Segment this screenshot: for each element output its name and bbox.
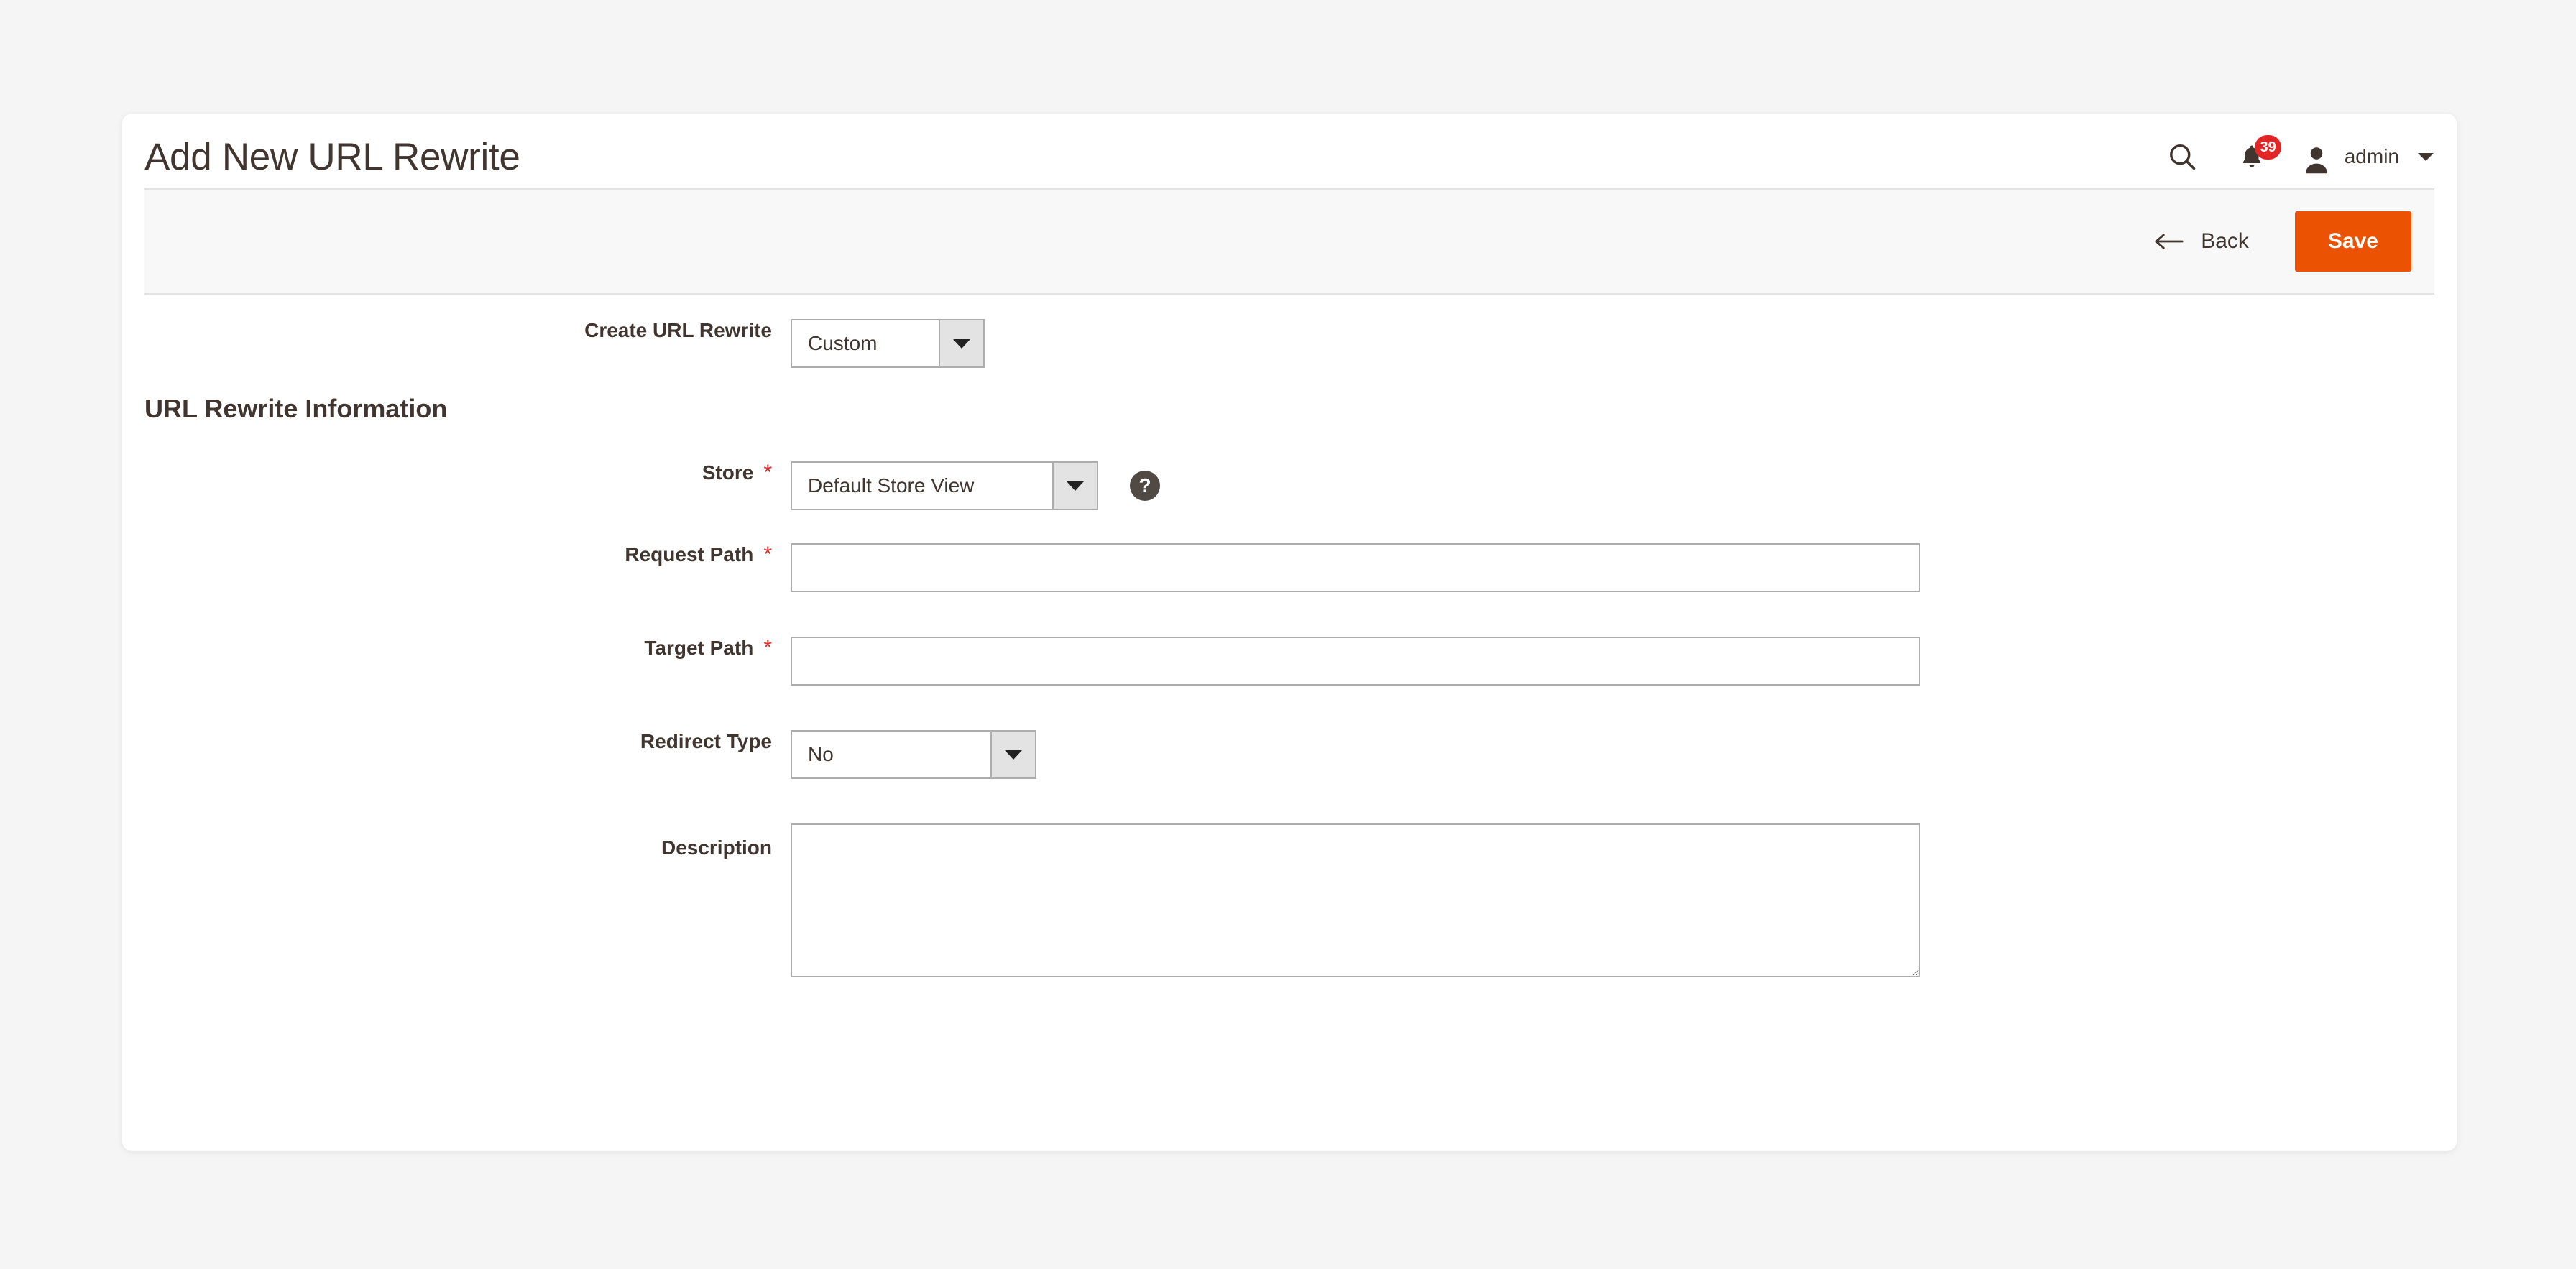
page-header: Add New URL Rewrite 39 admin bbox=[122, 114, 2457, 188]
user-avatar-icon[interactable] bbox=[2301, 138, 2332, 175]
field-row-redirect-type: Redirect Type No bbox=[122, 730, 2457, 779]
target-path-label-text: Target Path bbox=[644, 637, 754, 659]
description-label: Description bbox=[122, 823, 791, 872]
admin-page-card: Add New URL Rewrite 39 admin Back Save C… bbox=[122, 114, 2457, 1151]
chevron-down-icon[interactable] bbox=[1052, 463, 1097, 509]
field-row-target-path: Target Path * bbox=[122, 637, 2457, 686]
create-url-rewrite-control: Custom bbox=[791, 319, 985, 368]
create-url-rewrite-select-value: Custom bbox=[808, 332, 878, 354]
store-select[interactable]: Default Store View bbox=[791, 461, 1098, 510]
url-rewrite-form: Create URL Rewrite Custom URL Rewrite In… bbox=[122, 295, 2457, 977]
user-name-label[interactable]: admin bbox=[2345, 145, 2399, 168]
create-url-rewrite-select[interactable]: Custom bbox=[791, 319, 985, 368]
redirect-type-select-value: No bbox=[808, 743, 834, 765]
store-control: Default Store View ? bbox=[791, 461, 1160, 510]
request-path-input[interactable] bbox=[791, 543, 1920, 592]
header-tools: 39 admin bbox=[2163, 135, 2434, 177]
section-title-url-rewrite-information: URL Rewrite Information bbox=[144, 394, 448, 423]
redirect-type-label: Redirect Type bbox=[122, 730, 791, 753]
target-path-control bbox=[791, 637, 1920, 686]
request-path-required-asterisk: * bbox=[763, 543, 772, 566]
back-button-label: Back bbox=[2201, 229, 2249, 253]
question-mark-icon[interactable]: ? bbox=[1130, 471, 1160, 501]
redirect-type-label-text: Redirect Type bbox=[640, 730, 772, 752]
description-label-text: Description bbox=[661, 836, 772, 859]
request-path-control bbox=[791, 543, 1920, 592]
chevron-down-icon[interactable] bbox=[939, 320, 983, 366]
chevron-down-icon[interactable] bbox=[990, 732, 1035, 777]
back-button[interactable]: Back bbox=[2153, 229, 2249, 254]
description-control bbox=[791, 823, 1920, 977]
field-row-create-url-rewrite: Create URL Rewrite Custom bbox=[122, 319, 2457, 368]
create-url-rewrite-label: Create URL Rewrite bbox=[122, 319, 791, 342]
store-select-value: Default Store View bbox=[808, 474, 975, 497]
arrow-left-icon bbox=[2153, 231, 2185, 252]
request-path-label: Request Path * bbox=[122, 543, 791, 566]
field-row-description: Description bbox=[122, 823, 2457, 977]
field-row-store: Store * Default Store View ? bbox=[122, 461, 2457, 510]
page-title: Add New URL Rewrite bbox=[144, 136, 520, 178]
search-icon[interactable] bbox=[2163, 138, 2201, 175]
field-row-request-path: Request Path * bbox=[122, 543, 2457, 592]
notifications-count-badge: 39 bbox=[2255, 135, 2281, 160]
save-button[interactable]: Save bbox=[2294, 211, 2411, 272]
request-path-label-text: Request Path bbox=[625, 543, 754, 566]
store-label: Store * bbox=[122, 461, 791, 484]
target-path-input[interactable] bbox=[791, 637, 1920, 686]
store-label-text: Store bbox=[702, 461, 754, 484]
store-required-asterisk: * bbox=[763, 461, 772, 484]
target-path-label: Target Path * bbox=[122, 637, 791, 660]
description-textarea[interactable] bbox=[791, 823, 1920, 977]
target-path-required-asterisk: * bbox=[763, 636, 772, 660]
page-actions-toolbar: Back Save bbox=[144, 188, 2434, 295]
redirect-type-control: No bbox=[791, 730, 1036, 779]
notifications-bell-icon[interactable]: 39 bbox=[2235, 135, 2281, 175]
chevron-down-icon[interactable] bbox=[2418, 152, 2434, 161]
create-url-rewrite-label-text: Create URL Rewrite bbox=[584, 319, 772, 341]
redirect-type-select[interactable]: No bbox=[791, 730, 1036, 779]
